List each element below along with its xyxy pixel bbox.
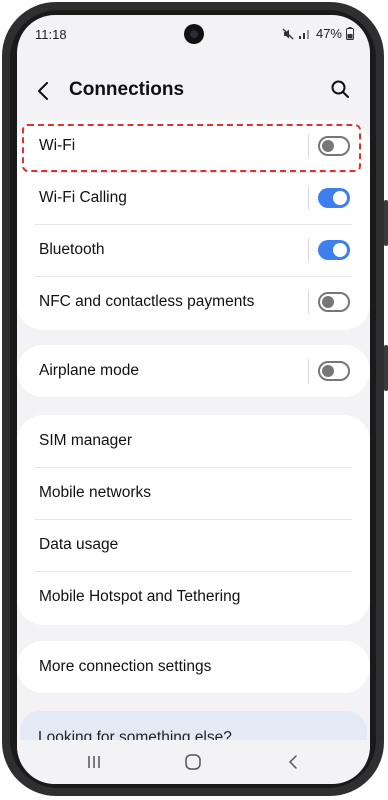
row-separator [308, 290, 309, 314]
data-usage-row[interactable]: Data usage [17, 519, 370, 571]
row-separator [308, 359, 309, 383]
wifi-calling-label: Wi-Fi Calling [39, 189, 127, 206]
app-header: Connections [17, 71, 370, 111]
bluetooth-label: Bluetooth [39, 241, 105, 258]
search-button[interactable] [330, 79, 352, 101]
front-camera [184, 24, 204, 44]
back-button[interactable] [37, 77, 55, 105]
network-card: SIM manager Mobile networks Data usage M… [17, 415, 370, 625]
row-separator [308, 186, 309, 210]
battery-percent: 47% [315, 26, 342, 41]
back-nav-icon [289, 755, 297, 769]
wifi-calling-toggle[interactable] [318, 188, 350, 208]
bluetooth-toggle[interactable] [318, 240, 350, 260]
sim-manager-label: SIM manager [39, 432, 133, 449]
hotspot-row[interactable]: Mobile Hotspot and Tethering [17, 571, 370, 623]
data-usage-label: Data usage [39, 536, 119, 553]
more-connection-settings-row[interactable]: More connection settings [17, 641, 370, 693]
wifi-calling-row[interactable]: Wi-Fi Calling [17, 172, 370, 224]
status-bar: 11:18 47% [17, 15, 370, 53]
search-icon [331, 80, 349, 98]
nfc-row[interactable]: NFC and contactless payments [17, 276, 370, 328]
mobile-networks-row[interactable]: Mobile networks [17, 467, 370, 519]
signal-icon [298, 30, 309, 39]
airplane-mode-label: Airplane mode [39, 362, 139, 379]
back-nav-button[interactable] [281, 750, 305, 774]
back-arrow-icon [38, 82, 48, 100]
status-time: 11:18 [35, 27, 67, 42]
recents-icon [88, 756, 100, 768]
home-button[interactable] [181, 750, 205, 774]
status-icons: 47% [282, 26, 354, 41]
nfc-toggle[interactable] [318, 292, 350, 312]
more-settings-card: More connection settings [17, 641, 370, 693]
bluetooth-row[interactable]: Bluetooth [17, 224, 370, 276]
recents-button[interactable] [82, 750, 106, 774]
power-button [384, 345, 388, 391]
navigation-bar [17, 740, 370, 784]
row-separator [308, 238, 309, 262]
battery-icon [346, 27, 354, 40]
mute-icon [282, 28, 294, 39]
volume-button [384, 200, 388, 246]
phone-device: 11:18 47% Connections Wi-Fi Wi-Fi Callin… [0, 0, 388, 800]
page-title: Connections [69, 79, 185, 100]
mobile-networks-label: Mobile networks [39, 484, 151, 501]
airplane-mode-toggle[interactable] [318, 361, 350, 381]
screen: 11:18 47% Connections Wi-Fi Wi-Fi Callin… [17, 15, 370, 784]
home-icon [185, 754, 201, 770]
airplane-mode-row[interactable]: Airplane mode [17, 345, 370, 397]
airplane-card: Airplane mode [17, 345, 370, 397]
hotspot-label: Mobile Hotspot and Tethering [39, 588, 241, 605]
more-connection-settings-label: More connection settings [39, 658, 212, 675]
nfc-label: NFC and contactless payments [39, 293, 255, 310]
wifi-highlight-box [22, 124, 361, 172]
sim-manager-row[interactable]: SIM manager [17, 415, 370, 467]
